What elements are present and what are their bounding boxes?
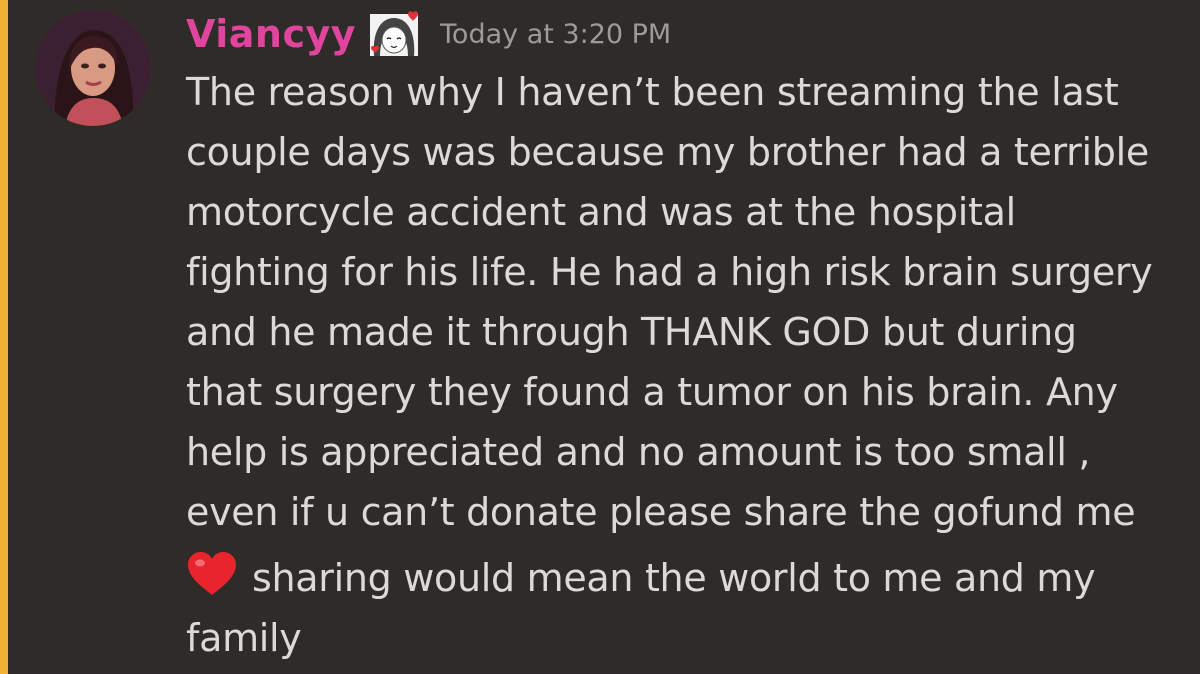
- message-line-with-emoji: sharing would mean the world to me and m…: [186, 548, 1186, 608]
- message-line: family: [186, 616, 302, 660]
- emoji-line-text: sharing would mean the world to me and m…: [252, 556, 1096, 600]
- user-avatar-icon[interactable]: [35, 10, 151, 126]
- message-line: The reason why I haven’t been streaming …: [186, 70, 1119, 114]
- anime-girl-with-hearts-icon: [368, 10, 420, 58]
- message-header: Viancyy Today at 3:20 PM: [186, 8, 671, 60]
- message-timestamp[interactable]: Today at 3:20 PM: [440, 19, 671, 50]
- username[interactable]: Viancyy: [186, 12, 356, 56]
- message-line: even if u can’t donate please share the …: [186, 490, 1136, 534]
- message-line: help is appreciated and no amount is too…: [186, 430, 1091, 474]
- red-heart-icon: [186, 551, 238, 597]
- mention-highlight-bar: [0, 0, 8, 674]
- message-container: Viancyy Today at 3:20 PM The reason why …: [0, 0, 1200, 674]
- message-content: The reason why I haven’t been streaming …: [186, 62, 1186, 668]
- message-line: couple days was because my brother had a…: [186, 130, 1149, 174]
- message-line: that surgery they found a tumor on his b…: [186, 370, 1118, 414]
- message-line: motorcycle accident and was at the hospi…: [186, 190, 1016, 234]
- message-line: fighting for his life. He had a high ris…: [186, 250, 1153, 294]
- message-line: and he made it through THANK GOD but dur…: [186, 310, 1077, 354]
